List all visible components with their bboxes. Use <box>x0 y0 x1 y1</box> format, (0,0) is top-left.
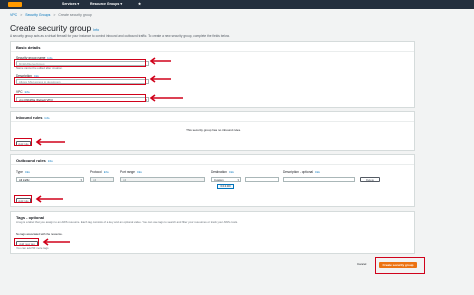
page-description: A security group acts as a virtual firew… <box>10 34 230 38</box>
resource-groups-label: Resource Groups <box>90 2 120 6</box>
outbound-rules-panel: Outbound rules Info Type Info Protocol Info… <box>10 154 415 207</box>
type-select[interactable]: All traffic ▾ <box>16 177 84 182</box>
page-title-text: Create security group <box>10 23 92 33</box>
destination-select[interactable]: Custom ▾ <box>211 177 241 182</box>
breadcrumb-separator: > <box>53 13 56 17</box>
inbound-empty-text: This security group has no inbound rules… <box>186 128 241 132</box>
column-header-port-range: Port range Info <box>120 170 142 174</box>
cancel-button[interactable]: Cancel <box>357 262 366 267</box>
annotation-arrow-icon <box>34 195 64 203</box>
title-text: Outbound rules <box>16 158 46 163</box>
column-header-description: Description - optional Info <box>283 170 320 174</box>
column-label: Description - optional <box>283 170 313 174</box>
aws-logo[interactable] <box>8 2 22 7</box>
tags-description: A tag is a label that you assign to an A… <box>16 220 238 224</box>
chevron-down-icon: ▾ <box>80 178 82 182</box>
annotation-arrow-icon <box>148 75 172 83</box>
annotation-highlight-add-tag <box>14 238 39 246</box>
panel-header: Outbound rules Info <box>11 155 414 165</box>
page-info-link[interactable]: Info <box>93 28 99 32</box>
column-label: Destination <box>211 170 227 174</box>
info-link[interactable]: Info <box>137 170 142 174</box>
info-link[interactable]: Info <box>25 170 30 174</box>
port-range-field: All <box>120 177 205 182</box>
column-header-protocol: Protocol Info <box>90 170 109 174</box>
annotation-arrow-icon <box>41 238 71 246</box>
annotation-highlight-vpc <box>14 94 146 102</box>
breadcrumb-security-groups[interactable]: Security Groups <box>25 13 50 17</box>
delete-rule-button[interactable]: Delete <box>360 177 380 182</box>
panel-header: Inbound rules Info <box>11 112 414 122</box>
basic-details-title: Basic details <box>16 45 41 50</box>
annotation-highlight-create <box>375 257 425 274</box>
breadcrumb: VPC > Security Groups > Create security grou… <box>10 13 92 18</box>
breadcrumb-vpc[interactable]: VPC <box>10 13 17 17</box>
breadcrumb-current: Create security group <box>58 13 92 17</box>
column-header-destination: Destination Info <box>211 170 234 174</box>
tags-empty-text: No tags associated with the resource. <box>16 232 63 236</box>
info-link[interactable]: Info <box>44 116 49 120</box>
column-header-type: Type Info <box>16 170 30 174</box>
chevron-down-icon: ▾ <box>237 178 239 182</box>
annotation-arrow-icon <box>148 94 184 102</box>
destination-search-input[interactable] <box>245 177 279 182</box>
annotation-arrow-icon <box>148 57 172 65</box>
info-link[interactable]: Info <box>229 170 234 174</box>
annotation-highlight-description <box>14 77 146 85</box>
name-hint: Name cannot be edited after creation. <box>16 66 63 70</box>
annotation-highlight-inbound-add <box>14 138 32 146</box>
type-select-value: All traffic <box>19 178 30 182</box>
column-label: Protocol <box>90 170 102 174</box>
annotation-highlight-outbound-add <box>14 195 32 203</box>
resource-groups-menu[interactable]: Resource Groups ▾ <box>90 1 122 7</box>
panel-header: Basic details <box>11 42 414 52</box>
destination-select-value: Custom <box>214 178 224 182</box>
services-label: Services <box>62 2 77 6</box>
column-label: Type <box>16 170 23 174</box>
chevron-down-icon: ▾ <box>120 2 123 6</box>
info-link[interactable]: Info <box>104 170 109 174</box>
tags-panel: Tags - optional A tag is a label that yo… <box>10 211 415 254</box>
protocol-field: All <box>90 177 114 182</box>
column-label: Port range <box>120 170 135 174</box>
tags-limit-hint: You can add 50 more tags <box>16 246 49 250</box>
info-link[interactable]: Info <box>48 159 53 163</box>
title-text: Inbound rules <box>16 115 43 120</box>
rule-description-input[interactable] <box>283 177 355 182</box>
services-menu[interactable]: Services ▾ <box>62 1 79 7</box>
breadcrumb-separator: > <box>20 13 23 17</box>
destination-cidr-token[interactable]: 0.0.0.0/0 <box>217 184 234 189</box>
chevron-down-icon: ▾ <box>77 2 80 6</box>
star-icon[interactable]: ★ <box>138 1 141 7</box>
annotation-arrow-icon <box>34 138 66 146</box>
annotation-highlight-name <box>14 59 146 67</box>
inbound-rules-panel: Inbound rules Info This security group ha… <box>10 111 415 151</box>
top-nav-bar: Services ▾ Resource Groups ▾ ★ <box>0 0 474 9</box>
info-link[interactable]: Info <box>315 170 320 174</box>
outbound-rules-title: Outbound rules Info <box>16 158 53 164</box>
inbound-rules-title: Inbound rules Info <box>16 115 49 121</box>
